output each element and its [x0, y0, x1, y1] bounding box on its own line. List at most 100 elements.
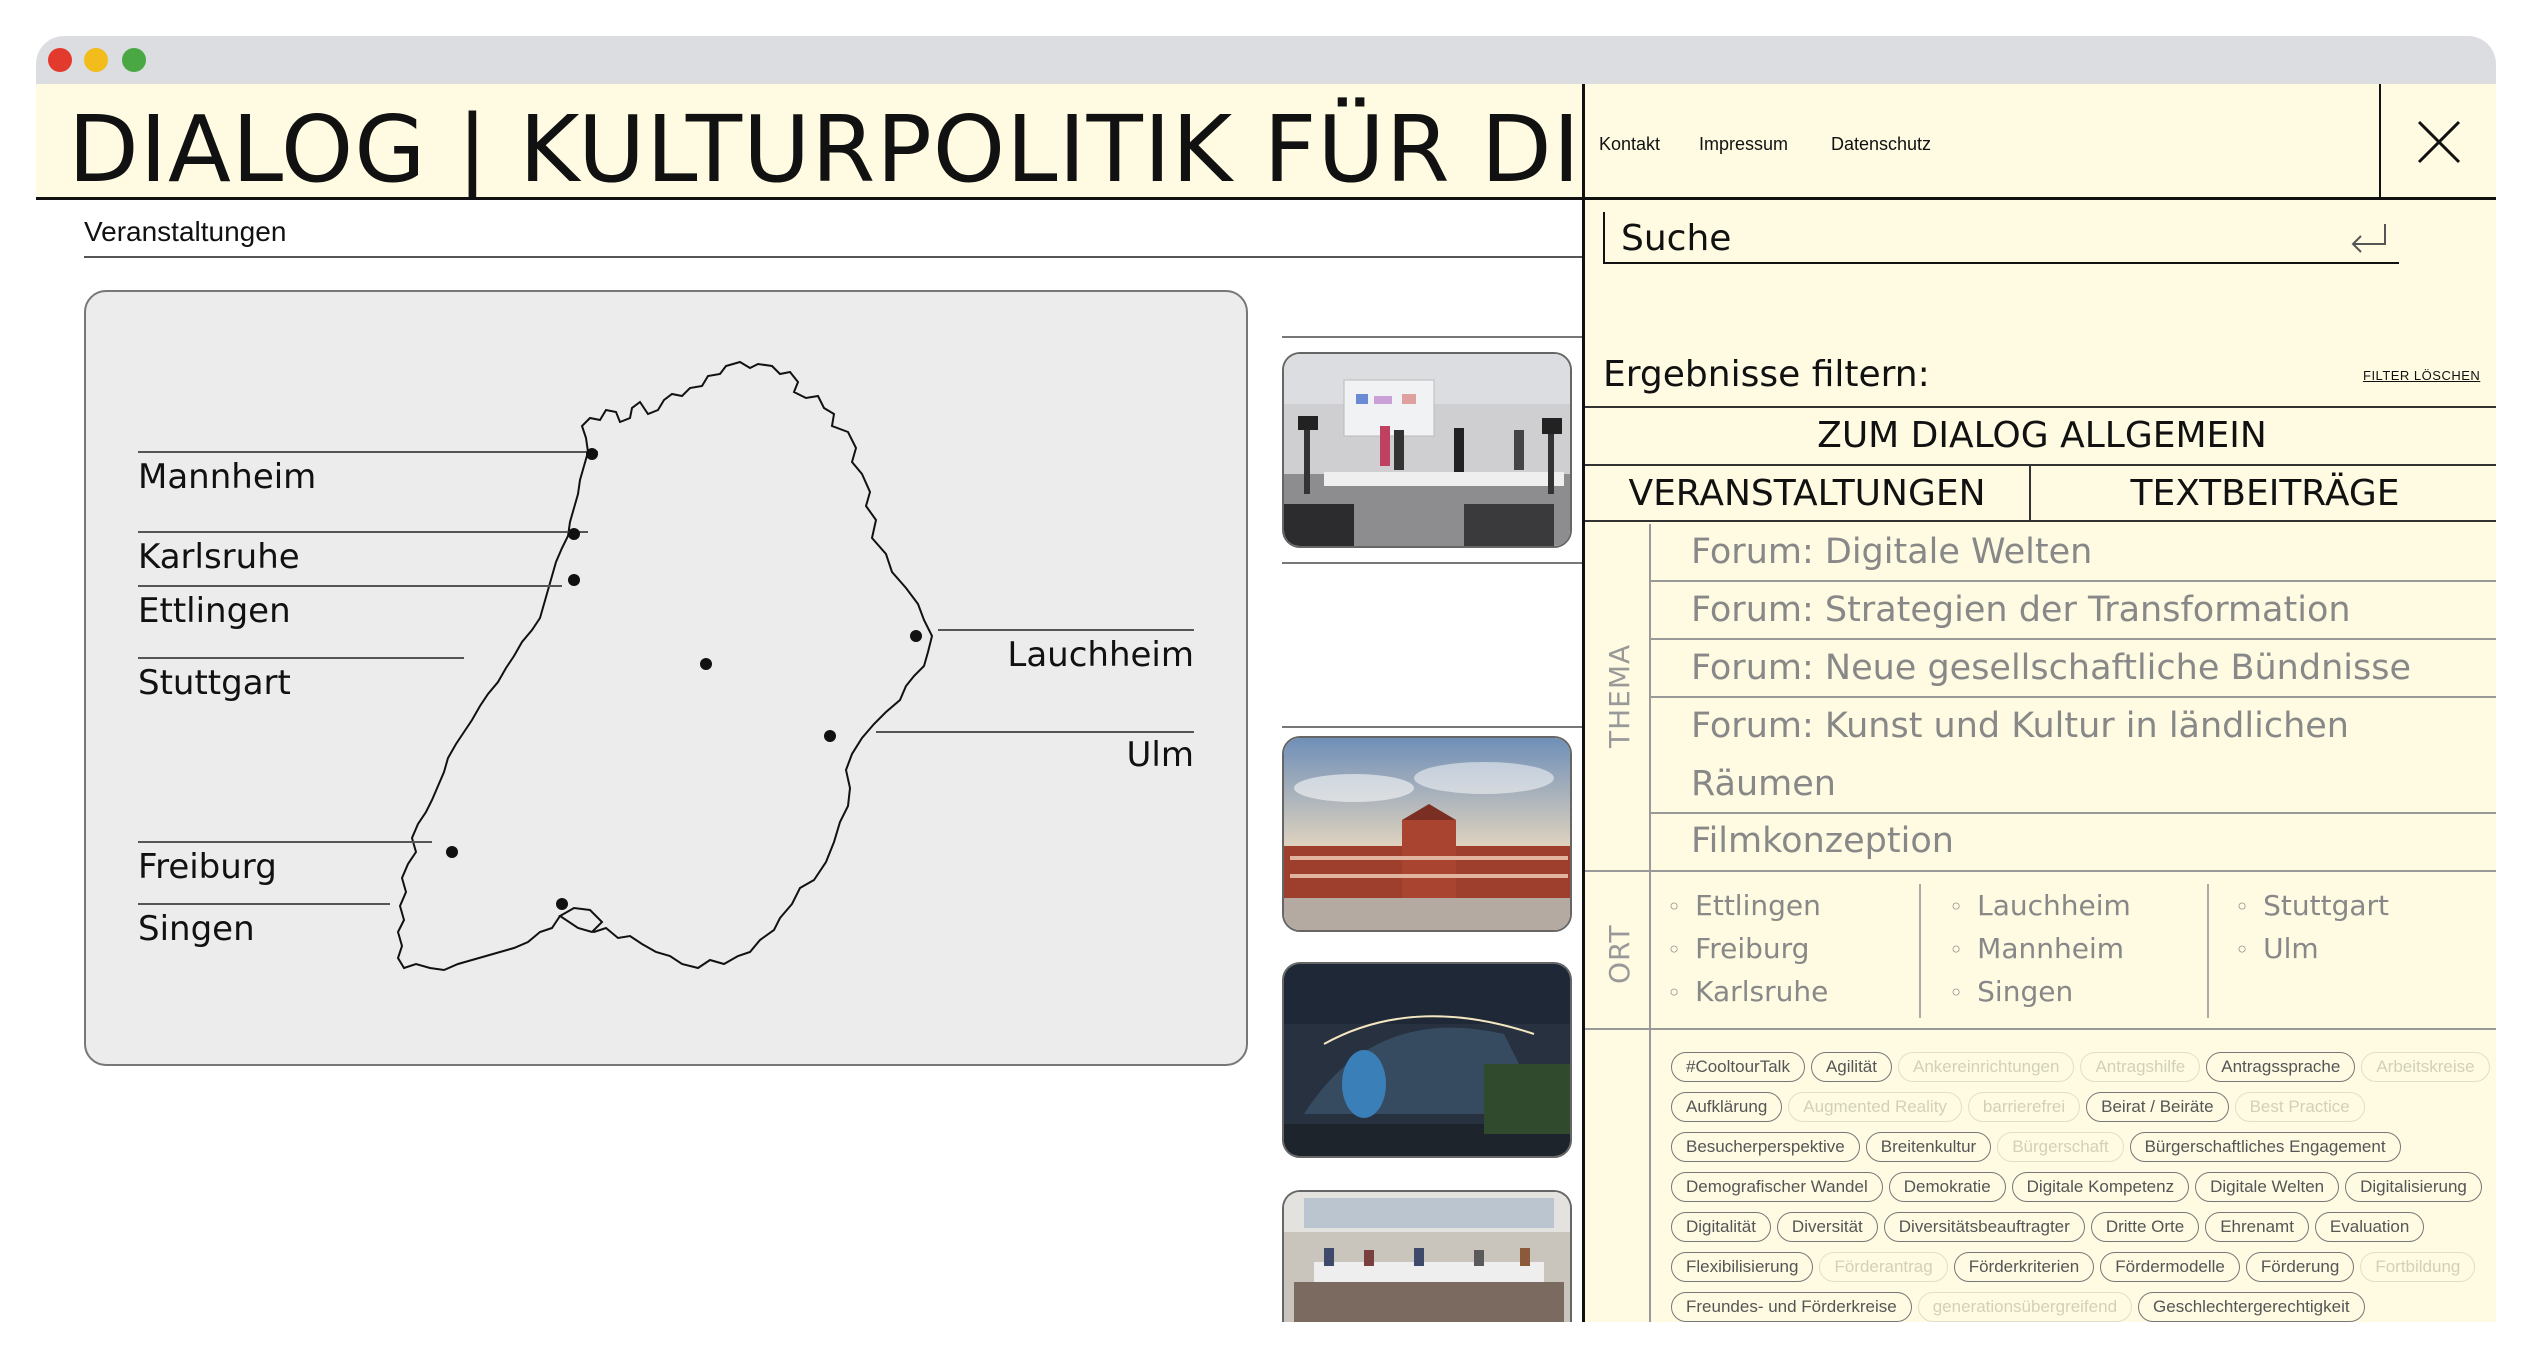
tag-chip[interactable]: Diversitätsbeauftragter — [1883, 1212, 2085, 1242]
tag-chip[interactable]: Flexibilisierung — [1671, 1252, 1814, 1282]
tag-chip[interactable]: Demografischer Wandel — [1671, 1172, 1883, 1202]
city-dot-karlsruhe[interactable] — [568, 528, 580, 540]
tag-chip[interactable]: Augmented Reality — [1788, 1092, 1962, 1122]
thumb-divider — [1282, 726, 1584, 728]
thema-section-label: THEMA — [1585, 524, 1651, 870]
tag-chip[interactable]: Ehrenamt — [2205, 1212, 2309, 1242]
type-filter-row: VERANSTALTUNGEN TEXTBEITRÄGE — [1585, 464, 2496, 522]
link-impressum[interactable]: Impressum — [1699, 134, 1788, 155]
ort-freiburg[interactable]: Freiburg — [1667, 927, 1828, 970]
event-thumbnail-tent[interactable] — [1282, 962, 1572, 1158]
tag-chip[interactable]: Digitalität — [1671, 1212, 1771, 1242]
ort-ettlingen[interactable]: Ettlingen — [1667, 884, 1828, 927]
city-label-lauchheim[interactable]: Lauchheim — [1007, 635, 1194, 675]
city-label-karlsruhe[interactable]: Karlsruhe — [138, 537, 300, 577]
filter-veranstaltungen-button[interactable]: VERANSTALTUNGEN — [1585, 466, 2031, 522]
ort-lauchheim[interactable]: Lauchheim — [1949, 884, 2131, 927]
theme-filmkonzeption[interactable]: Filmkonzeption — [1651, 814, 2496, 870]
event-thumbnail-hall[interactable] — [1282, 1190, 1572, 1322]
event-thumbnail-palace[interactable] — [1282, 736, 1572, 932]
tag-chip[interactable]: Geschlechtergerechtigkeit — [2138, 1292, 2365, 1322]
search-input[interactable] — [1621, 218, 2301, 258]
thema-label: THEMA — [1603, 643, 1636, 748]
ort-list-col1: Ettlingen Freiburg Karlsruhe — [1667, 884, 1828, 1013]
tag-chip[interactable]: Best Practice — [2234, 1092, 2365, 1122]
city-dot-lauchheim[interactable] — [910, 630, 922, 642]
link-kontakt[interactable]: Kontakt — [1599, 134, 1660, 155]
theme-strategien-transformation[interactable]: Forum: Strategien der Transformation — [1651, 582, 2496, 640]
enter-arrow-icon[interactable] — [2349, 222, 2389, 254]
city-dot-ettlingen[interactable] — [568, 574, 580, 586]
ort-karlsruhe[interactable]: Karlsruhe — [1667, 970, 1828, 1013]
ort-section-label: ORT — [1585, 872, 1651, 1030]
event-thumbnail-podium[interactable] — [1282, 352, 1572, 548]
ort-singen[interactable]: Singen — [1949, 970, 2131, 1013]
site-header: DIALOG | KULTURPOLITIK FÜR DIE Z — [36, 84, 1586, 200]
region-map: Mannheim Karlsruhe Ettlingen Stuttgart L… — [138, 360, 1194, 972]
tag-chip[interactable]: Dritte Orte — [2090, 1212, 2200, 1242]
minimize-window-dot[interactable] — [84, 48, 108, 72]
tag-chip[interactable]: barrierefrei — [1967, 1092, 2081, 1122]
city-label-singen[interactable]: Singen — [138, 909, 255, 949]
site-title[interactable]: DIALOG | KULTURPOLITIK FÜR DIE Z — [68, 96, 1586, 197]
tag-chip[interactable]: Freundes- und Förderkreise — [1671, 1292, 1912, 1322]
clear-filter-link[interactable]: FILTER LÖSCHEN — [2363, 368, 2480, 383]
palace-photo — [1284, 738, 1570, 930]
breadcrumb[interactable]: Veranstaltungen — [84, 216, 286, 248]
city-dot-singen[interactable] — [556, 898, 568, 910]
city-dot-mannheim[interactable] — [586, 448, 598, 460]
tag-cloud: #CooltourTalk Agilität Ankereinrichtungen A… — [1671, 1052, 2491, 1322]
city-label-mannheim[interactable]: Mannheim — [138, 457, 316, 497]
link-datenschutz[interactable]: Datenschutz — [1831, 134, 1931, 155]
theme-neue-buendnisse[interactable]: Forum: Neue gesellschaftliche Bündnisse — [1651, 640, 2496, 698]
tag-chip[interactable]: Förderung — [2245, 1252, 2355, 1282]
close-panel-button[interactable] — [2379, 84, 2496, 200]
tag-chip[interactable]: Demokratie — [1888, 1172, 2006, 1202]
ort-stuttgart[interactable]: Stuttgart — [2235, 884, 2389, 927]
tag-chip[interactable]: Antragshilfe — [2080, 1052, 2201, 1082]
city-dot-stuttgart[interactable] — [700, 658, 712, 670]
podium-photo — [1284, 354, 1570, 546]
city-label-freiburg[interactable]: Freiburg — [138, 847, 277, 887]
city-dot-ulm[interactable] — [824, 730, 836, 742]
tent-photo — [1284, 964, 1570, 1156]
tag-chip[interactable]: Evaluation — [2314, 1212, 2425, 1242]
tag-chip[interactable]: Digitale Kompetenz — [2011, 1172, 2190, 1202]
tag-chip[interactable]: generationsübergreifend — [1917, 1292, 2133, 1322]
city-label-ettlingen[interactable]: Ettlingen — [138, 591, 291, 631]
filter-textbeitraege-button[interactable]: TEXTBEITRÄGE — [2031, 466, 2496, 522]
theme-laendliche-raeume-line1: Forum: Kunst und Kultur in ländlichen — [1691, 706, 2349, 746]
thumb-divider — [1282, 336, 1584, 338]
theme-laendliche-raeume[interactable]: Forum: Kunst und Kultur in ländlichen Rä… — [1651, 698, 2496, 814]
tag-chip[interactable]: Beirat / Beiräte — [2086, 1092, 2229, 1122]
ort-mannheim[interactable]: Mannheim — [1949, 927, 2131, 970]
maximize-window-dot[interactable] — [122, 48, 146, 72]
tag-chip[interactable]: Bürgerschaftliches Engagement — [2129, 1132, 2401, 1162]
tag-chip[interactable]: Digitalisierung — [2345, 1172, 2482, 1202]
tag-chip[interactable]: Breitenkultur — [1865, 1132, 1992, 1162]
tag-chip[interactable]: Fördermodelle — [2100, 1252, 2240, 1282]
tag-chip[interactable]: Digitale Welten — [2195, 1172, 2340, 1202]
filter-allgemein-button[interactable]: ZUM DIALOG ALLGEMEIN — [1585, 406, 2496, 464]
tag-chip[interactable]: Besucherperspektive — [1671, 1132, 1860, 1162]
city-dot-freiburg[interactable] — [446, 846, 458, 858]
map-card: Mannheim Karlsruhe Ettlingen Stuttgart L… — [84, 290, 1248, 1066]
search-field[interactable] — [1603, 212, 2399, 264]
tag-chip[interactable]: Bürgerschaft — [1997, 1132, 2124, 1162]
city-label-ulm[interactable]: Ulm — [1127, 735, 1194, 775]
city-label-stuttgart[interactable]: Stuttgart — [138, 663, 291, 703]
tag-chip[interactable]: Antragssprache — [2206, 1052, 2356, 1082]
tag-chip[interactable]: Ankereinrichtungen — [1897, 1052, 2075, 1082]
ort-ulm[interactable]: Ulm — [2235, 927, 2389, 970]
tag-chip[interactable]: Aufklärung — [1671, 1092, 1783, 1122]
tag-chip[interactable]: #CooltourTalk — [1671, 1052, 1805, 1082]
tag-chip[interactable]: Arbeitskreise — [2361, 1052, 2490, 1082]
tag-chip[interactable]: Förderantrag — [1819, 1252, 1948, 1282]
tag-chip[interactable]: Fortbildung — [2360, 1252, 2476, 1282]
theme-digitale-welten[interactable]: Forum: Digitale Welten — [1651, 524, 2496, 582]
tag-chip[interactable]: Diversität — [1776, 1212, 1878, 1242]
filter-heading: Ergebnisse filtern: — [1603, 354, 1930, 395]
tag-chip[interactable]: Förderkriterien — [1953, 1252, 2095, 1282]
close-window-dot[interactable] — [48, 48, 72, 72]
tag-chip[interactable]: Agilität — [1810, 1052, 1892, 1082]
